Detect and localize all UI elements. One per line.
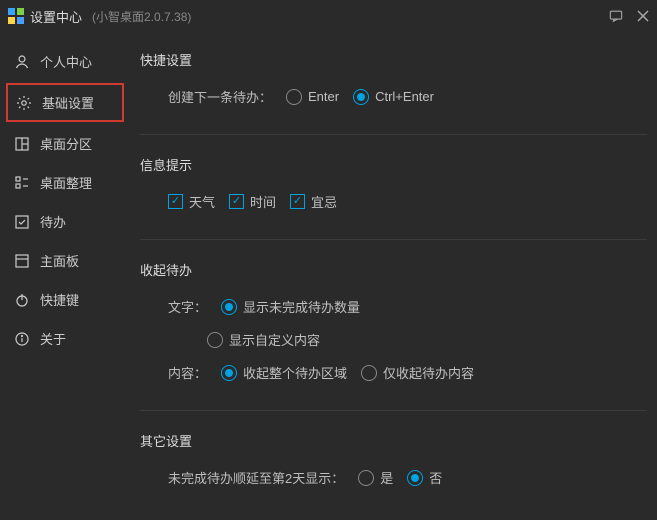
- panel-icon: [14, 253, 30, 269]
- content-area: 快捷设置 创建下一条待办： Enter Ctrl+Enter 信息提示 ✓ 天气: [130, 32, 657, 520]
- radio-ctrl-enter[interactable]: [353, 89, 369, 105]
- option-show-custom-label: 显示自定义内容: [229, 330, 320, 349]
- row-delay: 未完成待办顺延至第2天显示： 是 否: [140, 468, 647, 487]
- option-show-count[interactable]: 显示未完成待办数量: [221, 297, 360, 316]
- radio-no[interactable]: [407, 470, 423, 486]
- check-weather-option[interactable]: ✓ 天气: [168, 192, 215, 211]
- section-title-other: 其它设置: [140, 431, 647, 450]
- organize-icon: [14, 175, 30, 191]
- row-info-checks: ✓ 天气 ✓ 时间 ✓ 宜忌: [140, 192, 647, 211]
- option-enter[interactable]: Enter: [286, 89, 339, 105]
- sidebar-item-todo[interactable]: 待办: [0, 202, 130, 241]
- window-controls: [609, 9, 649, 23]
- collapse-content-label: 内容：: [168, 363, 207, 382]
- close-icon[interactable]: [637, 10, 649, 22]
- app-icon: [8, 8, 24, 24]
- section-other: 其它设置 未完成待办顺延至第2天显示： 是 否: [140, 431, 647, 487]
- check-square-icon: [14, 214, 30, 230]
- titlebar-left: 设置中心 (小智桌面2.0.7.38): [8, 7, 191, 26]
- row-collapse-content: 内容： 收起整个待办区域 仅收起待办内容: [140, 363, 647, 382]
- sidebar-item-about[interactable]: 关于: [0, 319, 130, 358]
- checkbox-time[interactable]: ✓: [229, 194, 244, 209]
- section-quick: 快捷设置 创建下一条待办： Enter Ctrl+Enter: [140, 50, 647, 106]
- option-enter-label: Enter: [308, 89, 339, 104]
- sidebar-item-basic-settings[interactable]: 基础设置: [6, 83, 124, 122]
- radio-yes[interactable]: [358, 470, 374, 486]
- radio-show-count[interactable]: [221, 299, 237, 315]
- sidebar-item-label: 桌面整理: [40, 173, 92, 192]
- radio-show-custom[interactable]: [207, 332, 223, 348]
- option-show-custom[interactable]: 显示自定义内容: [207, 330, 320, 349]
- feedback-icon[interactable]: [609, 9, 623, 23]
- sidebar-item-label: 桌面分区: [40, 134, 92, 153]
- grid-icon: [14, 136, 30, 152]
- row-create-next: 创建下一条待办： Enter Ctrl+Enter: [140, 87, 647, 106]
- sidebar-item-main-panel[interactable]: 主面板: [0, 241, 130, 280]
- option-no-label: 否: [429, 468, 442, 487]
- check-yiji-label: 宜忌: [311, 192, 337, 211]
- user-icon: [14, 54, 30, 70]
- sidebar-item-label: 基础设置: [42, 93, 94, 112]
- divider: [140, 134, 647, 135]
- option-ctrl-enter-label: Ctrl+Enter: [375, 89, 434, 104]
- sidebar-item-label: 待办: [40, 212, 66, 231]
- sidebar-item-label: 个人中心: [40, 52, 92, 71]
- section-title-info: 信息提示: [140, 155, 647, 174]
- window-subtitle: (小智桌面2.0.7.38): [92, 8, 191, 25]
- option-collapse-all[interactable]: 收起整个待办区域: [221, 363, 347, 382]
- check-time-option[interactable]: ✓ 时间: [229, 192, 276, 211]
- check-weather-label: 天气: [189, 192, 215, 211]
- radio-collapse-content[interactable]: [361, 365, 377, 381]
- radio-collapse-all[interactable]: [221, 365, 237, 381]
- section-title-collapse: 收起待办: [140, 260, 647, 279]
- radio-enter[interactable]: [286, 89, 302, 105]
- option-yes-label: 是: [380, 468, 393, 487]
- sidebar-item-shortcut[interactable]: 快捷键: [0, 280, 130, 319]
- delay-label: 未完成待办顺延至第2天显示：: [168, 468, 344, 487]
- option-collapse-all-label: 收起整个待办区域: [243, 363, 347, 382]
- window-title: 设置中心: [30, 7, 82, 26]
- option-no[interactable]: 否: [407, 468, 442, 487]
- option-show-count-label: 显示未完成待办数量: [243, 297, 360, 316]
- sidebar-item-desktop-organize[interactable]: 桌面整理: [0, 163, 130, 202]
- section-title-quick: 快捷设置: [140, 50, 647, 69]
- sidebar-item-label: 快捷键: [40, 290, 79, 309]
- sidebar-item-profile[interactable]: 个人中心: [0, 42, 130, 81]
- sidebar-item-desktop-zone[interactable]: 桌面分区: [0, 124, 130, 163]
- info-icon: [14, 331, 30, 347]
- option-collapse-content-label: 仅收起待办内容: [383, 363, 474, 382]
- main-container: 个人中心 基础设置 桌面分区: [0, 32, 657, 520]
- option-yes[interactable]: 是: [358, 468, 393, 487]
- check-time-label: 时间: [250, 192, 276, 211]
- titlebar: 设置中心 (小智桌面2.0.7.38): [0, 0, 657, 32]
- divider: [140, 410, 647, 411]
- divider: [140, 239, 647, 240]
- option-ctrl-enter[interactable]: Ctrl+Enter: [353, 89, 434, 105]
- checkbox-yiji[interactable]: ✓: [290, 194, 305, 209]
- gear-icon: [16, 95, 32, 111]
- sidebar-item-label: 主面板: [40, 251, 79, 270]
- row-collapse-text1: 文字： 显示未完成待办数量: [140, 297, 647, 316]
- check-yiji-option[interactable]: ✓ 宜忌: [290, 192, 337, 211]
- section-collapse: 收起待办 文字： 显示未完成待办数量 显示自定义内容 内容： 收起整个待办区域: [140, 260, 647, 382]
- option-collapse-content[interactable]: 仅收起待办内容: [361, 363, 474, 382]
- collapse-text-label: 文字：: [168, 297, 207, 316]
- create-next-label: 创建下一条待办：: [168, 87, 272, 106]
- checkbox-weather[interactable]: ✓: [168, 194, 183, 209]
- sidebar: 个人中心 基础设置 桌面分区: [0, 32, 130, 520]
- power-icon: [14, 292, 30, 308]
- row-collapse-text2: 显示自定义内容: [140, 330, 647, 349]
- section-info: 信息提示 ✓ 天气 ✓ 时间 ✓ 宜忌: [140, 155, 647, 211]
- sidebar-item-label: 关于: [40, 329, 66, 348]
